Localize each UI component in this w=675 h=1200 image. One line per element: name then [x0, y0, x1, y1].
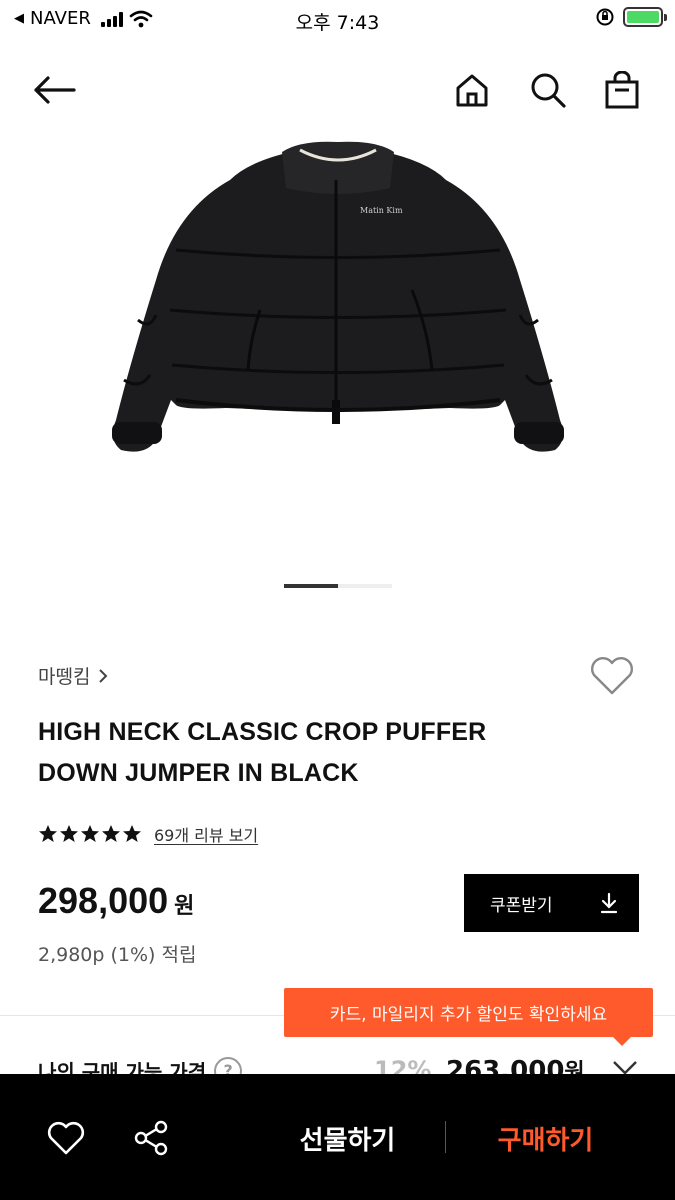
- review-link[interactable]: 69개 리뷰 보기: [154, 822, 258, 846]
- heart-outline-icon: [591, 656, 633, 695]
- brand-link[interactable]: 마뗑킴: [38, 662, 108, 689]
- carousel-active-indicator: [284, 584, 338, 588]
- battery-icon: [623, 7, 667, 27]
- status-time: 오후 7:43: [295, 12, 380, 34]
- arrow-left-icon: [34, 76, 76, 104]
- product-title-line-2: DOWN JUMPER IN BLACK: [38, 759, 359, 787]
- share-button[interactable]: [128, 1114, 176, 1162]
- jacket-logo-text: Matin Kim: [360, 206, 403, 215]
- chevron-right-icon: [99, 668, 108, 683]
- price-value: 298,000: [38, 880, 169, 921]
- discount-tooltip[interactable]: 카드, 마일리지 추가 할인도 확인하세요: [284, 988, 653, 1037]
- coupon-download-button[interactable]: 쿠폰받기: [464, 874, 639, 932]
- star-icon: [81, 825, 99, 842]
- star-icon: [39, 825, 57, 842]
- download-icon: [600, 892, 618, 914]
- product-title-line-1: HIGH NECK CLASSIC CROP PUFFER: [38, 718, 487, 746]
- bottom-action-bar: 선물하기 구매하기: [0, 1074, 675, 1200]
- star-icon: [102, 825, 120, 842]
- product-image[interactable]: Matin Kim: [0, 140, 675, 570]
- carousel-indicator[interactable]: [284, 584, 392, 588]
- home-button[interactable]: [448, 66, 496, 114]
- star-icon: [123, 825, 141, 842]
- brand-name: 마뗑킴: [38, 666, 91, 688]
- buy-button[interactable]: 구매하기: [468, 1114, 623, 1162]
- orientation-lock-icon: [596, 8, 614, 26]
- rating-stars: [38, 824, 142, 844]
- product-title: HIGH NECK CLASSIC CROP PUFFER DOWN JUMPE…: [38, 712, 598, 794]
- rating-row: 69개 리뷰 보기: [38, 822, 258, 846]
- back-button[interactable]: [30, 66, 78, 114]
- tooltip-tail: [612, 1036, 632, 1046]
- home-icon: [456, 74, 488, 107]
- star-icon: [60, 825, 78, 842]
- search-button[interactable]: [524, 66, 572, 114]
- points-info: 2,980p (1%) 적립: [38, 944, 197, 966]
- cart-button[interactable]: [598, 66, 646, 114]
- coupon-label: 쿠폰받기: [490, 895, 553, 916]
- wishlist-button[interactable]: [588, 655, 640, 699]
- gift-button[interactable]: 선물하기: [270, 1114, 425, 1162]
- shopping-bag-icon: [605, 71, 639, 109]
- bottom-bar-separator: [445, 1121, 446, 1153]
- top-nav: [0, 52, 675, 128]
- status-bar: ◀ NAVER 오후 7:43: [0, 0, 675, 40]
- heart-outline-icon: [47, 1121, 85, 1155]
- bottom-wishlist-button[interactable]: [42, 1114, 90, 1162]
- puffer-jacket-image: [112, 141, 564, 452]
- price-unit: 원: [174, 894, 195, 919]
- share-icon: [134, 1120, 168, 1156]
- search-icon: [531, 73, 566, 108]
- price: 298,000 원: [38, 880, 194, 922]
